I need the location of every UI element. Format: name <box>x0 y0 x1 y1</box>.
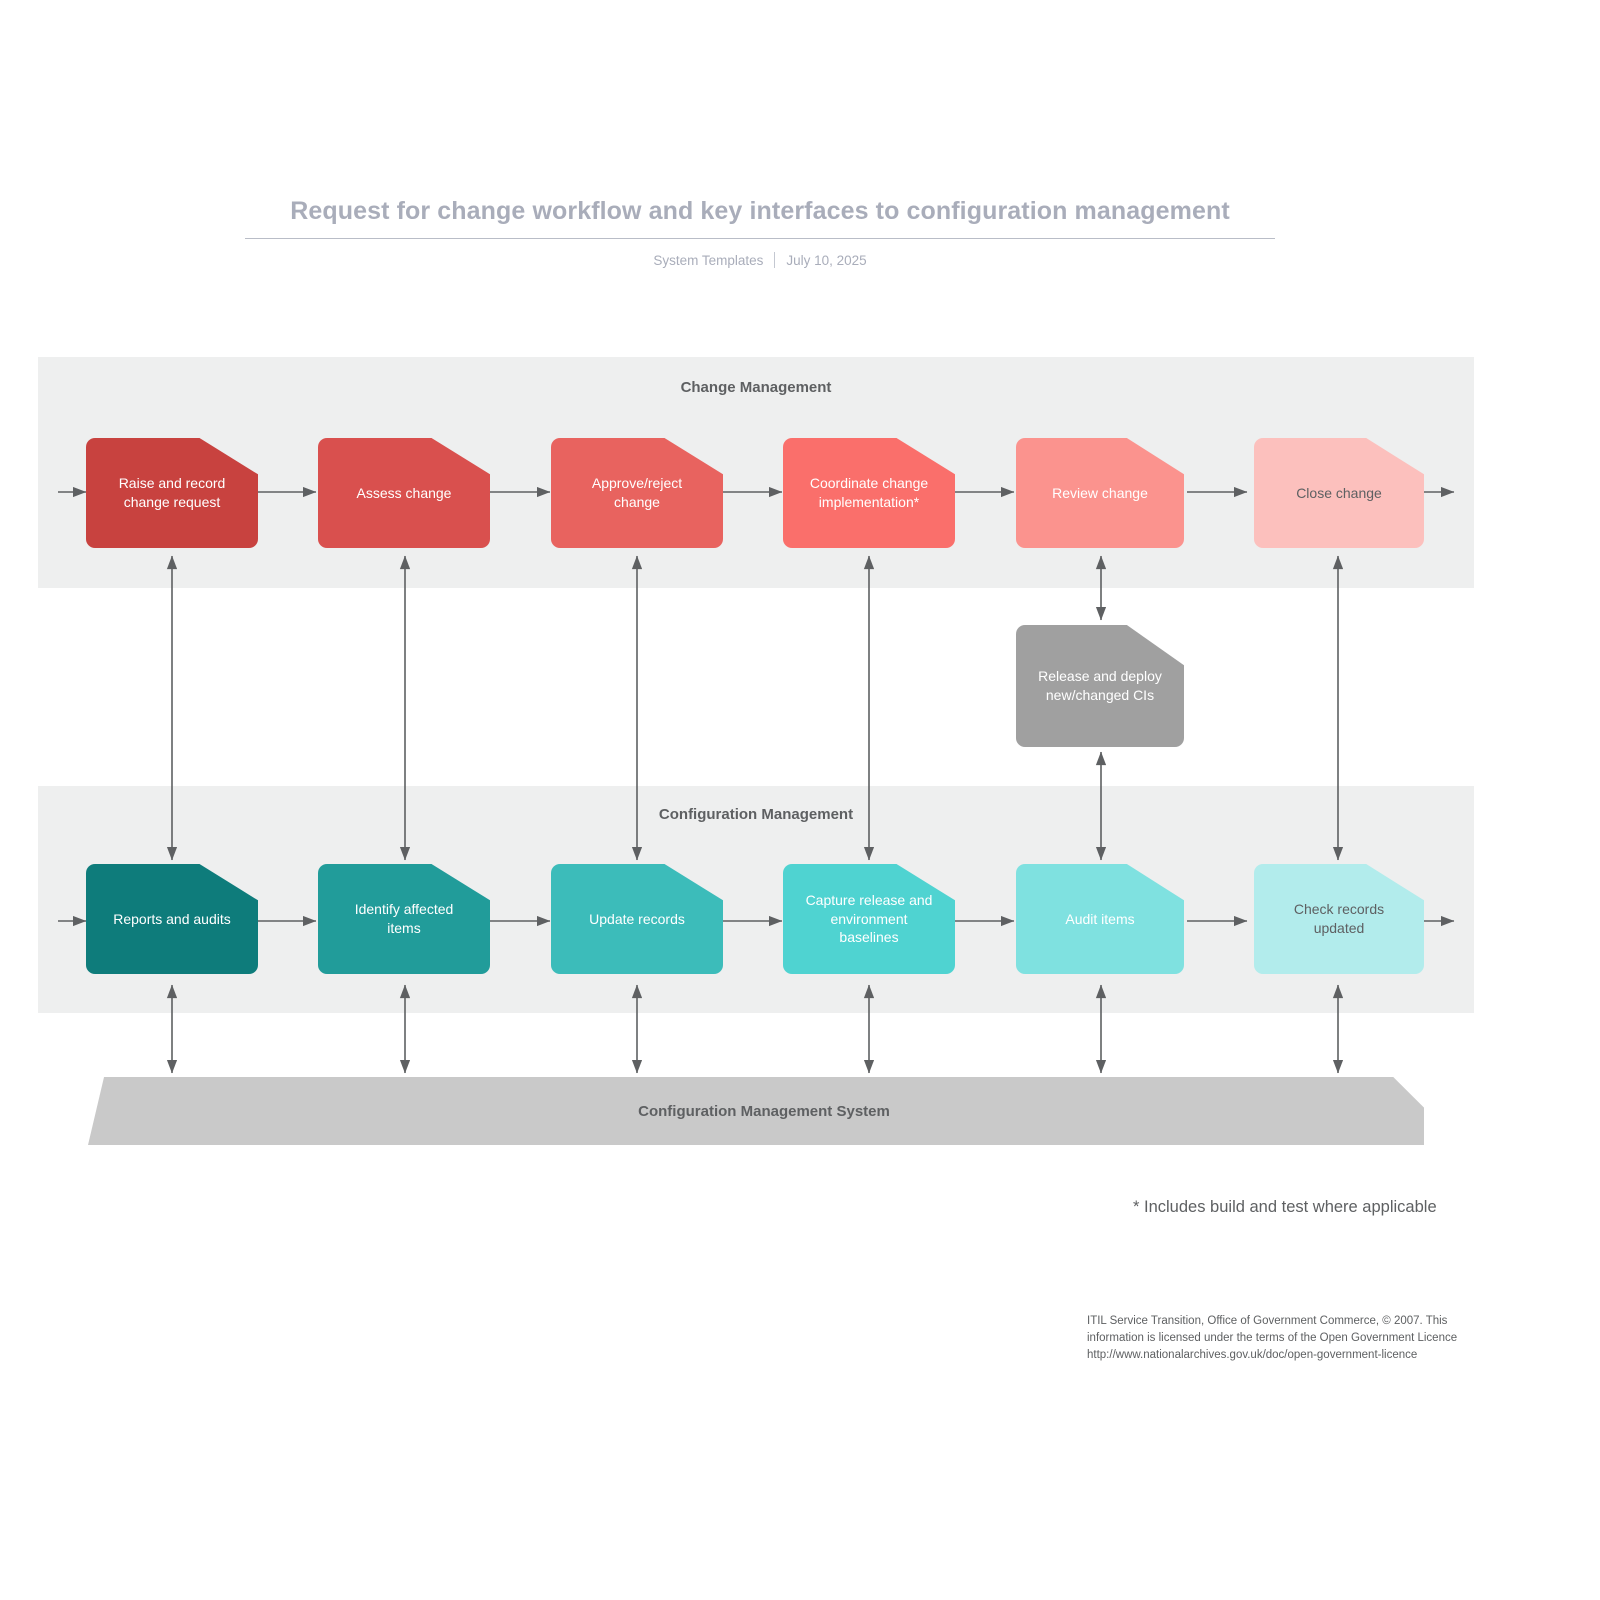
subtitle-date: July 10, 2025 <box>786 252 867 268</box>
attribution-line-2: information is licensed under the terms … <box>1087 1331 1458 1344</box>
subtitle-source: System Templates <box>653 252 764 268</box>
title-divider <box>245 238 1275 239</box>
configuration-management-system-label: Configuration Management System <box>638 1102 890 1120</box>
swimlane-title-configuration-management: Configuration Management <box>658 806 854 823</box>
page-title: Request for change workflow and key inte… <box>290 197 1230 225</box>
attribution-line-3: http://www.nationalarchives.gov.uk/doc/o… <box>1087 1348 1418 1361</box>
swimlane-title-change-management: Change Management <box>680 379 832 396</box>
node-release-and-deploy-new-changed-cis[interactable]: Release and deploy new/changed CIs <box>1016 625 1184 747</box>
footnote-asterisk: * Includes build and test where applicab… <box>1133 1198 1437 1216</box>
header-subtitle: System Templates July 10, 2025 <box>245 252 1275 268</box>
subtitle-separator <box>774 252 776 268</box>
diagram-header: Request for change workflow and key inte… <box>245 196 1275 268</box>
attribution-line-1: ITIL Service Transition, Office of Gover… <box>1087 1315 1448 1327</box>
attribution-block: ITIL Service Transition, Office of Gover… <box>1087 1313 1507 1364</box>
